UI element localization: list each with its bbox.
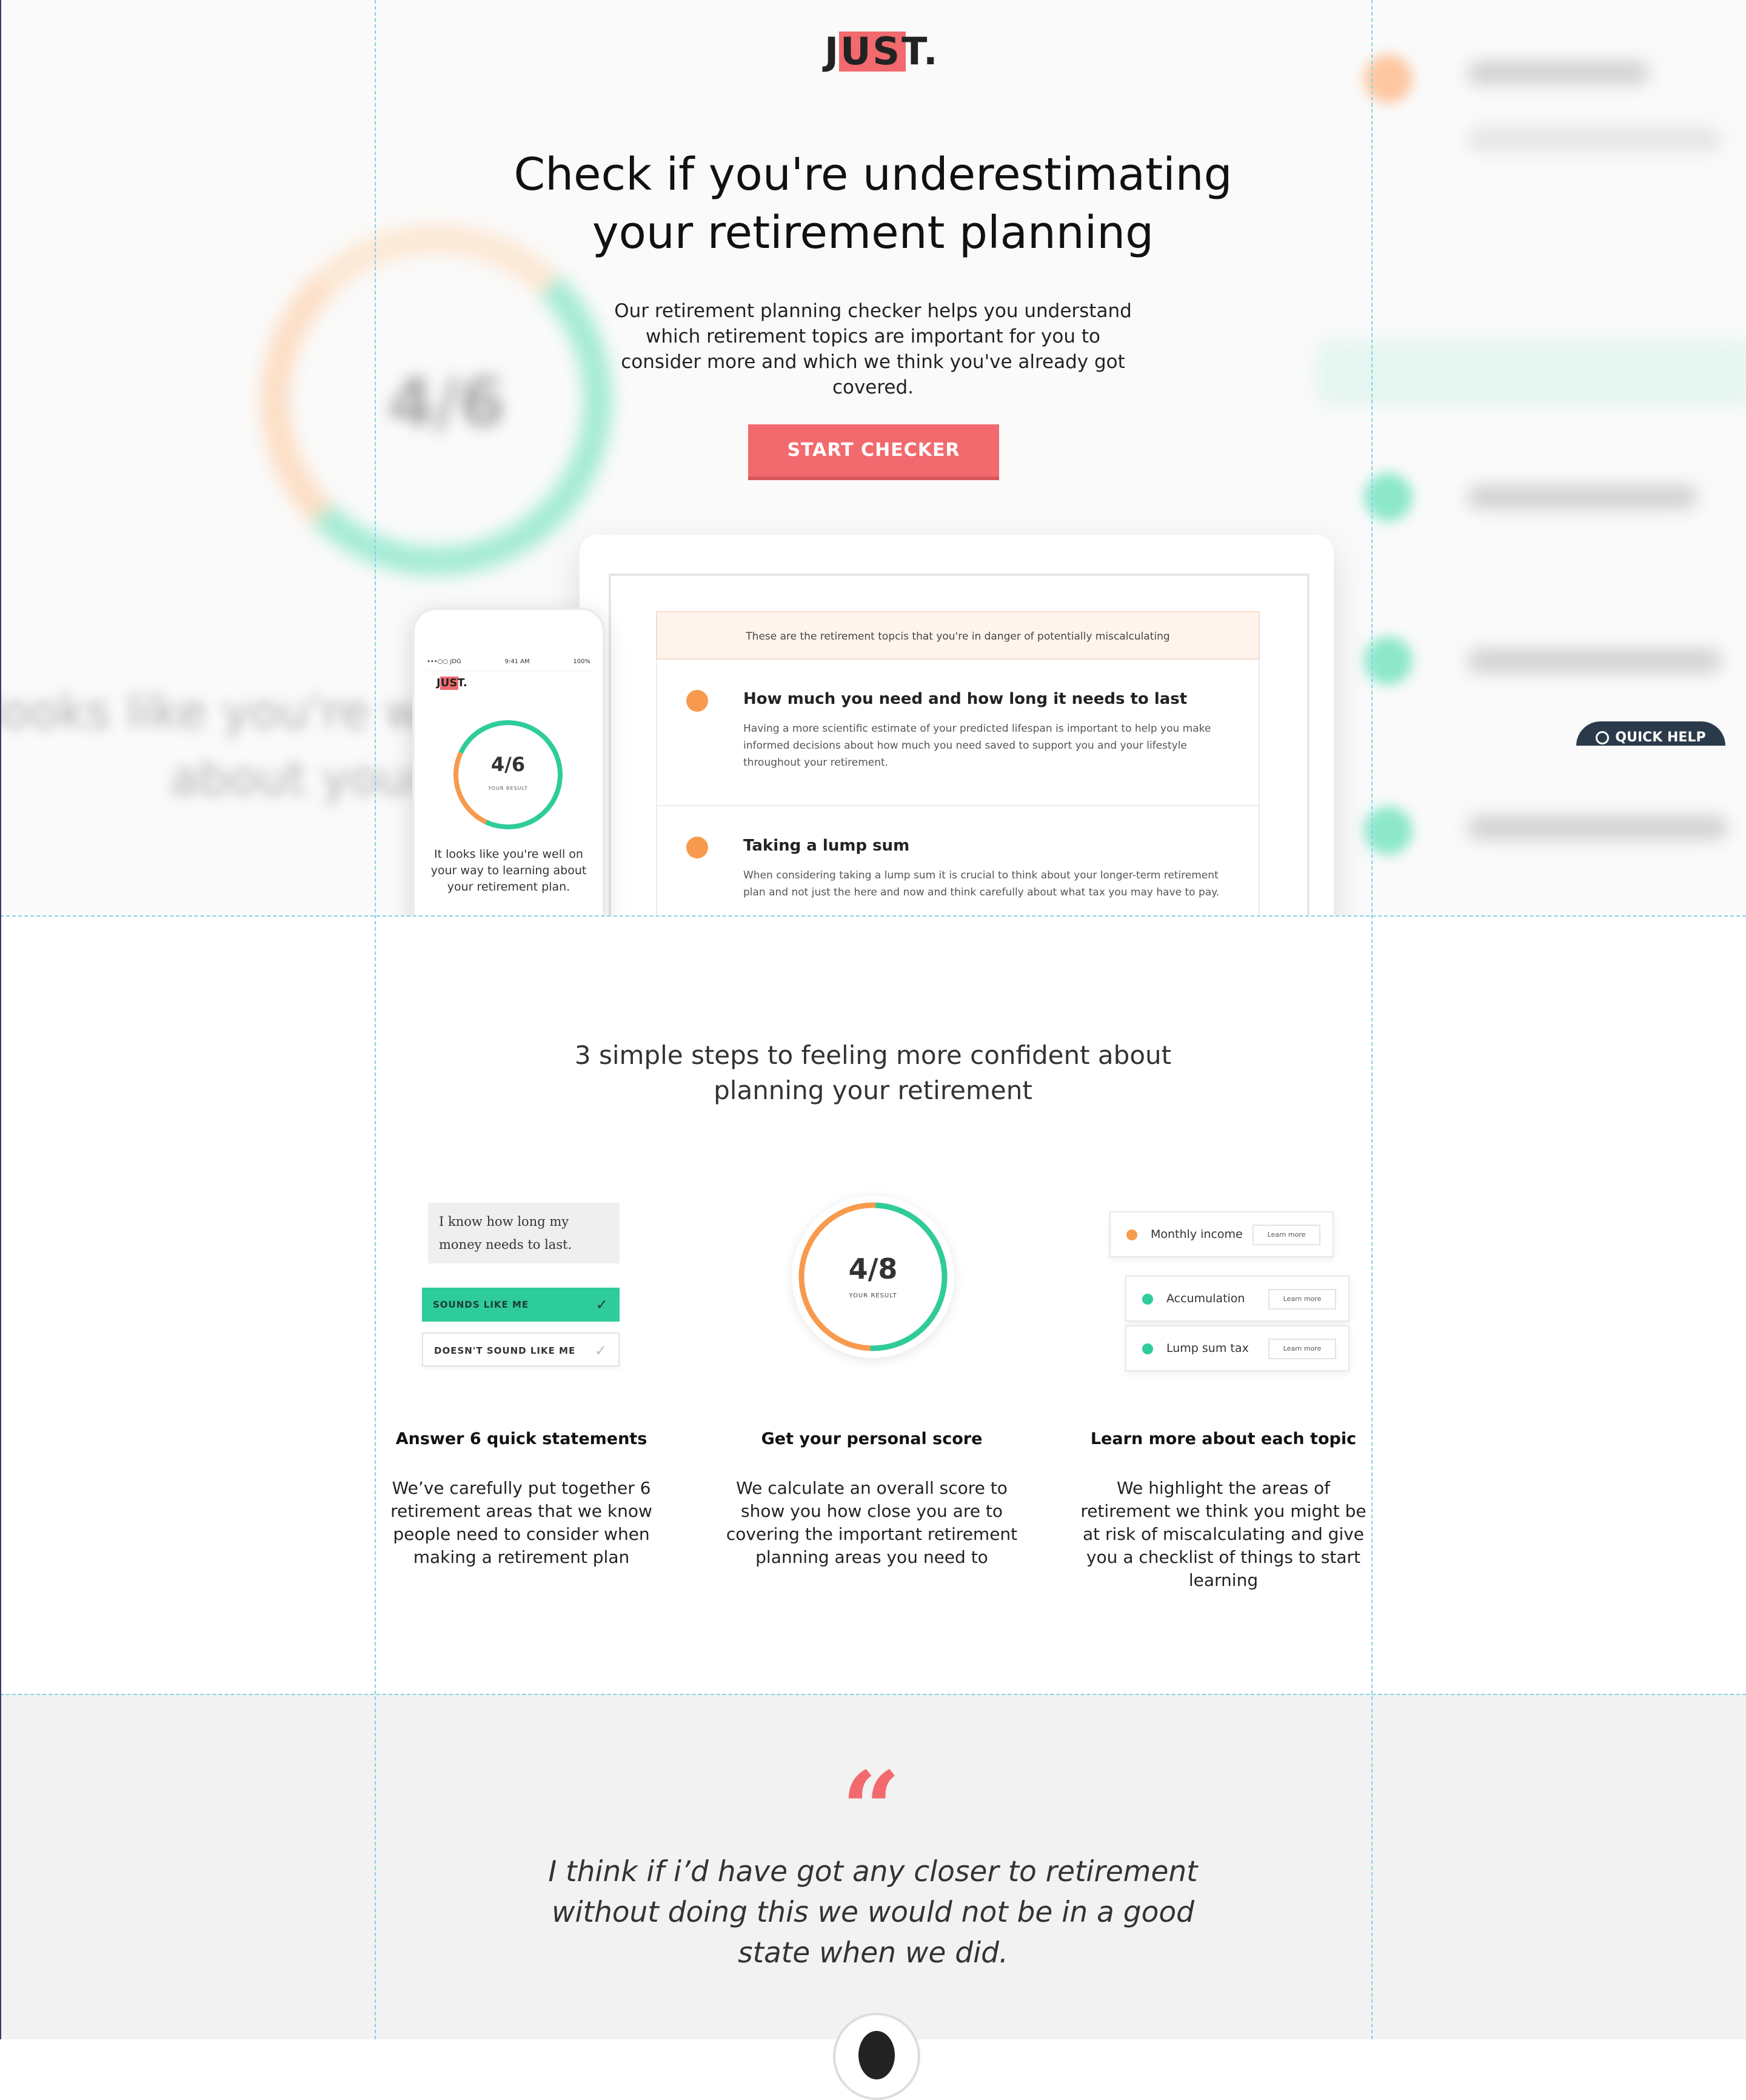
step-heading: Learn more about each topic [1090,1430,1357,1448]
topic-pill-label: Accumulation [1166,1292,1245,1305]
step-text: We’ve carefully put together 6 retiremen… [390,1478,652,1567]
blurred-bar [1467,127,1722,152]
topic-card[interactable]: How much you need and how long it needs … [656,660,1260,806]
check-icon: ✓ [595,1296,609,1313]
status-dot-icon [686,690,708,712]
topic-card[interactable]: Taking a lump sum When considering takin… [656,806,1260,916]
logo[interactable]: JUST. [824,29,938,78]
status-dot-icon [1142,1343,1153,1354]
option-label: DOESN'T SOUND LIKE ME [434,1345,576,1356]
lifebuoy-icon [1596,731,1610,744]
blurred-bar [1316,339,1746,406]
learn-more-button[interactable]: Learn more [1268,1289,1336,1309]
steps-title: 3 simple steps to feeling more confident… [574,1040,1172,1105]
blurred-bar [1467,815,1728,840]
start-checker-button[interactable]: START CHECKER [748,424,999,477]
sounds-like-me-option[interactable]: SOUNDS LIKE ME ✓ [422,1288,620,1322]
statement-bubble: I know how long my money needs to last. [428,1203,620,1263]
step-heading: Get your personal score [761,1430,983,1448]
hero-subtitle: Our retirement planning checker helps yo… [614,300,1132,398]
status-dot-icon [686,837,708,858]
phone-mockup: •••○○ JDG 9:41 AM 100% JUST. 4/6 YOUR RE… [412,607,605,916]
topic-pill-lump-sum-tax[interactable]: Lump sum tax Learn more [1125,1325,1350,1371]
topic-pill-label: Monthly income [1151,1228,1243,1241]
topic-pill-label: Lump sum tax [1166,1342,1249,1355]
quick-help-label: QUICK HELP [1615,730,1706,745]
laptop-screen: These are the retirement topcis that you… [609,573,1310,916]
phone-result-text: It looks like you're well on your way to… [430,848,587,894]
score-label: YOUR RESULT [849,1292,897,1299]
learn-more-button[interactable]: Learn more [1253,1225,1320,1245]
quick-help-button[interactable]: QUICK HELP [1576,721,1725,746]
hero-section: 4/6 looks like you're well on about your… [0,0,1746,916]
avatar-silhouette [858,2031,895,2079]
layout-guide [0,1694,1746,1695]
step-text: We calculate an overall score to show yo… [726,1478,1018,1567]
divider [427,670,590,671]
blurred-bar [1467,649,1722,673]
status-dot-icon [1126,1229,1137,1240]
phone-score: 4/6 [490,753,526,776]
layout-guide [375,0,376,2039]
check-icon: ✓ [594,1342,607,1359]
step-heading: Answer 6 quick statements [395,1430,647,1448]
topic-description: Having a more scientific estimate of you… [743,723,1211,769]
logo-text: JUST. [824,29,940,73]
phone-logo-text: JUST. [436,677,467,689]
topic-pill-accumulation[interactable]: Accumulation Learn more [1125,1276,1350,1322]
phone-carrier: •••○○ JDG [427,658,461,665]
layout-guide [0,915,1746,917]
layout-guide [1371,0,1373,2039]
option-label: SOUNDS LIKE ME [433,1299,529,1310]
blurred-bar [1467,485,1697,509]
topic-description: When considering taking a lump sum it is… [743,869,1220,898]
phone-status-bar: •••○○ JDG 9:41 AM 100% [427,658,590,665]
learn-more-button[interactable]: Learn more [1268,1339,1336,1359]
window-edge [0,0,1,2039]
phone-score-label: YOUR RESULT [488,786,528,791]
score-value: 4/8 [848,1252,898,1285]
avatar [833,2013,920,2100]
topic-title: Taking a lump sum [743,837,910,855]
topics-banner: These are the retirement topcis that you… [656,611,1260,660]
blurred-bar [1467,61,1649,85]
step-text: We highlight the areas of retirement we … [1080,1478,1366,1590]
status-dot-icon [1142,1294,1153,1305]
topic-title: How much you need and how long it needs … [743,690,1188,708]
phone-time: 9:41 AM [504,658,530,665]
score-widget: 4/8 YOUR RESULT [792,1195,954,1358]
blurred-score: 4/6 [388,364,506,441]
testimonial-quote: I think if i’d have got any closer to re… [548,1855,1198,1970]
page-title: Check if you're underestimating your ret… [513,149,1233,259]
phone-logo: JUST. [436,677,467,690]
phone-battery: 100% [573,658,590,665]
topic-pill-monthly-income[interactable]: Monthly income Learn more [1109,1211,1334,1257]
doesnt-sound-like-me-option[interactable]: DOESN'T SOUND LIKE ME ✓ [422,1333,620,1366]
quote-icon: “ [841,1749,901,1870]
